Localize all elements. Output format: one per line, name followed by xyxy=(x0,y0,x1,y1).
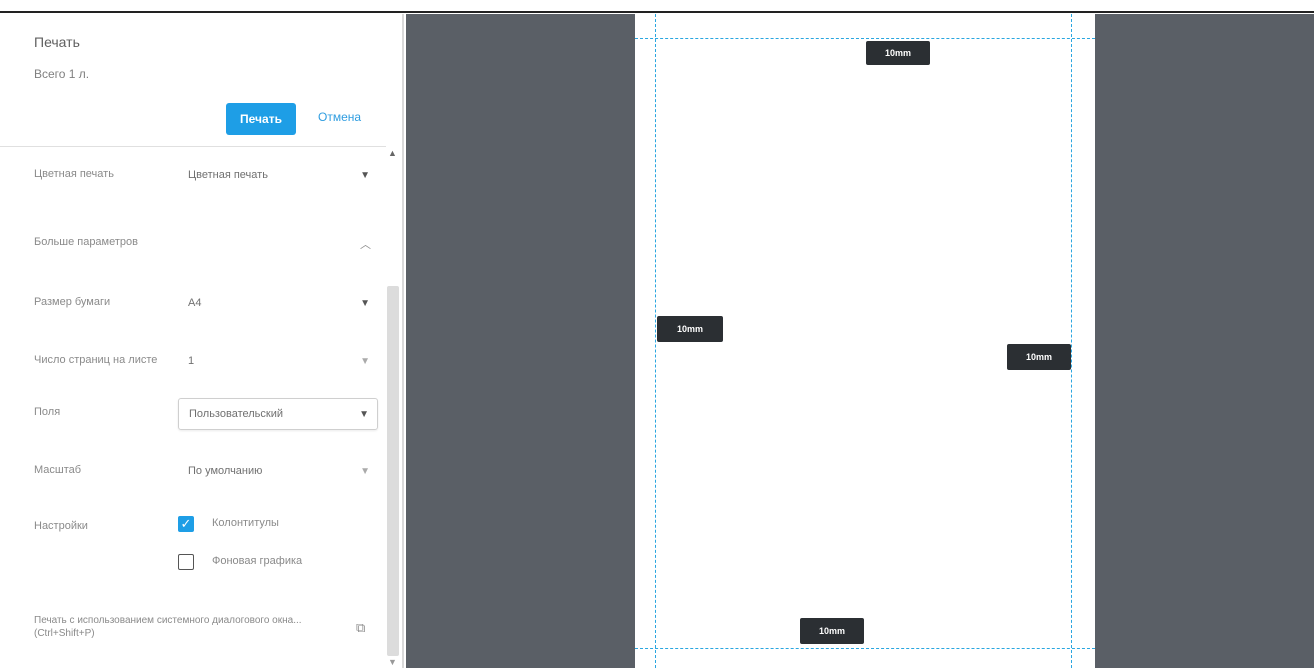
setting-row-margins: Поля Пользовательский ▼ xyxy=(0,394,386,434)
bottom-margin-guide[interactable] xyxy=(635,648,1095,649)
scale-value: По умолчанию xyxy=(188,465,263,477)
left-margin-guide[interactable] xyxy=(655,14,656,668)
right-margin-tag: 10mm xyxy=(1007,344,1071,370)
cancel-button[interactable]: Отмена xyxy=(318,110,361,124)
color-value: Цветная печать xyxy=(188,169,268,181)
background-graphics-label: Фоновая графика xyxy=(212,555,303,567)
print-preview: 10mm 10mm 10mm 10mm xyxy=(406,14,1314,668)
chevron-down-icon: ▼ xyxy=(360,466,370,477)
sheet-count: Всего 1 л. xyxy=(34,67,90,81)
headers-footers-checkbox[interactable]: ✓ xyxy=(178,516,194,532)
pages-per-sheet-value: 1 xyxy=(188,355,195,367)
headers-footers-checkbox-row[interactable]: ✓ Колонтитулы xyxy=(178,514,378,538)
scale-select[interactable]: По умолчанию ▼ xyxy=(178,456,378,488)
top-margin-tag: 10mm xyxy=(866,41,930,65)
print-settings-panel: Печать Всего 1 л. Печать Отмена Цветная … xyxy=(0,14,404,668)
paper-size-value: A4 xyxy=(188,297,202,309)
print-header: Печать Всего 1 л. Печать Отмена xyxy=(0,14,402,147)
system-dialog-link[interactable]: Печать с использованием системного диало… xyxy=(34,614,334,640)
scroll-down-arrow-icon[interactable]: ▼ xyxy=(388,657,397,667)
margins-select[interactable]: Пользовательский ▼ xyxy=(178,398,378,430)
background-graphics-checkbox[interactable] xyxy=(178,554,194,570)
scrollbar-thumb[interactable] xyxy=(387,286,399,656)
checkmark-icon: ✓ xyxy=(180,516,192,531)
chevron-down-icon: ▼ xyxy=(360,170,370,181)
bottom-margin-tag: 10mm xyxy=(800,618,864,644)
settings-scrollbar[interactable]: ▲ ▼ xyxy=(386,146,402,668)
color-label: Цветная печать xyxy=(34,168,114,180)
setting-row-paper-size: Размер бумаги A4 ▼ xyxy=(0,284,386,324)
options-label: Настройки xyxy=(34,520,88,532)
window-top-edge xyxy=(0,0,1314,14)
pages-per-sheet-select[interactable]: 1 ▼ xyxy=(178,346,378,378)
setting-row-color: Цветная печать Цветная печать ▼ xyxy=(0,156,386,196)
dialog-title: Печать xyxy=(34,34,80,50)
top-margin-guide[interactable] xyxy=(635,38,1095,39)
setting-row-scale: Масштаб По умолчанию ▼ xyxy=(0,452,386,492)
color-select[interactable]: Цветная печать ▼ xyxy=(178,160,378,192)
scroll-up-arrow-icon[interactable]: ▲ xyxy=(388,148,397,158)
chevron-up-icon: ︿ xyxy=(360,239,371,251)
paper-size-select[interactable]: A4 ▼ xyxy=(178,288,378,320)
paper-size-label: Размер бумаги xyxy=(34,296,111,308)
chevron-down-icon: ▼ xyxy=(359,409,369,420)
preview-page: 10mm 10mm 10mm 10mm xyxy=(635,14,1095,668)
background-graphics-checkbox-row[interactable]: Фоновая графика xyxy=(178,552,378,576)
chevron-down-icon: ▼ xyxy=(360,298,370,309)
right-margin-guide[interactable] xyxy=(1071,14,1072,668)
setting-row-pages-per-sheet: Число страниц на листе 1 ▼ xyxy=(0,342,386,382)
scale-label: Масштаб xyxy=(34,464,82,476)
chevron-down-icon: ▼ xyxy=(360,356,370,367)
more-settings-label: Больше параметров xyxy=(34,236,138,248)
more-settings-toggle[interactable]: Больше параметров ︿ xyxy=(0,224,386,264)
print-dialog: Печать Всего 1 л. Печать Отмена Цветная … xyxy=(0,0,1314,668)
headers-footers-label: Колонтитулы xyxy=(212,517,279,529)
external-link-icon[interactable]: ⧉ xyxy=(356,620,365,636)
left-margin-tag: 10mm xyxy=(657,316,723,342)
margins-label: Поля xyxy=(34,406,61,418)
print-button[interactable]: Печать xyxy=(226,103,296,135)
pages-per-sheet-label: Число страниц на листе xyxy=(34,354,158,366)
margins-value: Пользовательский xyxy=(189,408,283,420)
